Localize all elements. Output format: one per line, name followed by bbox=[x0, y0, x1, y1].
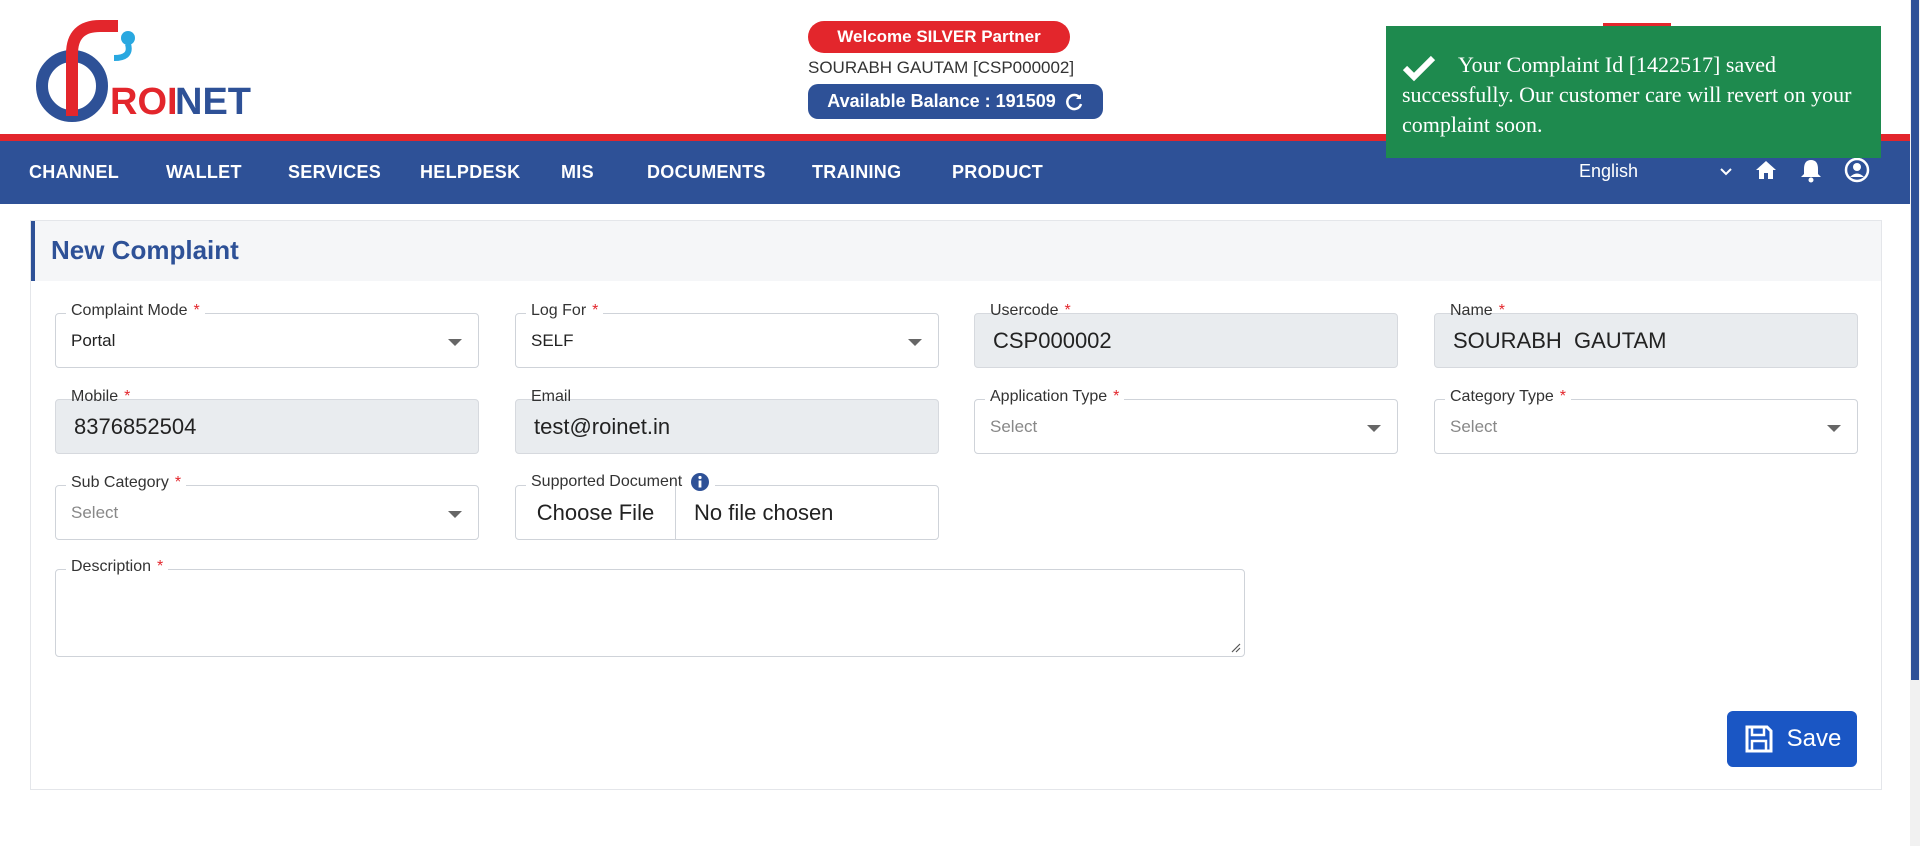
caret-down-icon bbox=[1827, 425, 1841, 432]
bell-icon[interactable] bbox=[1797, 156, 1825, 184]
page-title: New Complaint bbox=[51, 235, 239, 265]
nav-wallet[interactable]: WALLET bbox=[166, 162, 242, 183]
mobile-label-text: Mobile bbox=[71, 388, 119, 405]
log-for-value: SELF bbox=[531, 331, 574, 350]
name-value: SOURABH GAUTAM bbox=[1453, 328, 1667, 353]
category-type-label-text: Category Type bbox=[1450, 388, 1554, 405]
scrollbar-thumb[interactable] bbox=[1911, 0, 1919, 680]
language-select[interactable]: English bbox=[1579, 161, 1638, 182]
nav-mis[interactable]: MIS bbox=[561, 162, 594, 183]
resize-handle-icon[interactable] bbox=[1229, 641, 1241, 653]
log-for-label: Log For * bbox=[526, 302, 604, 320]
email-value: test@roinet.in bbox=[534, 414, 671, 439]
complaint-mode-select[interactable]: Complaint Mode * Portal bbox=[55, 302, 479, 368]
name-label-text: Name bbox=[1450, 302, 1493, 319]
refresh-icon[interactable] bbox=[1064, 92, 1084, 112]
sub-category-label-text: Sub Category bbox=[71, 474, 169, 491]
category-type-select[interactable]: Category Type * Select bbox=[1434, 388, 1858, 454]
required-mark: * bbox=[1113, 388, 1120, 405]
usercode-label: Usercode * bbox=[985, 302, 1076, 320]
required-mark: * bbox=[1498, 302, 1505, 319]
svg-text:NET: NET bbox=[175, 81, 251, 122]
mobile-value: 8376852504 bbox=[74, 414, 197, 439]
name-label: Name * bbox=[1445, 302, 1510, 320]
required-mark: * bbox=[193, 302, 200, 319]
balance-badge: Available Balance : 191509 bbox=[808, 84, 1103, 119]
success-toast[interactable]: Your Complaint Id [1422517] saved succes… bbox=[1386, 26, 1881, 158]
description-label: Description * bbox=[66, 558, 169, 576]
caret-down-icon bbox=[448, 511, 462, 518]
nav-product[interactable]: PRODUCT bbox=[952, 162, 1043, 183]
new-complaint-card: New Complaint Complaint Mode * Portal Log… bbox=[30, 220, 1882, 790]
caret-down-icon bbox=[908, 339, 922, 346]
user-identity: SOURABH GAUTAM [CSP000002] bbox=[808, 58, 1075, 77]
log-for-select[interactable]: Log For * SELF bbox=[515, 302, 939, 368]
email-label: Email bbox=[531, 388, 572, 405]
nav-documents[interactable]: DOCUMENTS bbox=[647, 162, 766, 183]
balance-label: Available Balance : 191509 bbox=[827, 91, 1056, 111]
required-mark: * bbox=[124, 388, 131, 405]
sub-category-placeholder: Select bbox=[71, 503, 119, 522]
home-icon[interactable] bbox=[1752, 156, 1780, 184]
sub-category-label: Sub Category * bbox=[66, 474, 187, 492]
save-label: Save bbox=[1786, 725, 1842, 752]
nav-training[interactable]: TRAINING bbox=[812, 162, 901, 183]
application-type-label: Application Type * bbox=[985, 388, 1125, 406]
name-field[interactable]: Name * SOURABH GAUTAM bbox=[1434, 302, 1858, 368]
complaint-mode-value: Portal bbox=[71, 331, 116, 350]
required-mark: * bbox=[157, 558, 164, 575]
caret-down-icon bbox=[1367, 425, 1381, 432]
category-type-label: Category Type * bbox=[1445, 388, 1571, 406]
mobile-field[interactable]: Mobile * 8376852504 bbox=[55, 388, 479, 454]
category-type-placeholder: Select bbox=[1450, 417, 1498, 436]
user-circle-icon[interactable] bbox=[1843, 156, 1871, 184]
nav-helpdesk[interactable]: HELPDESK bbox=[420, 162, 520, 183]
sub-category-select[interactable]: Sub Category * Select bbox=[55, 474, 479, 540]
card-header: New Complaint bbox=[31, 221, 1881, 281]
usercode-label-text: Usercode bbox=[990, 302, 1059, 319]
supported-document-input[interactable]: Supported Document Choose File No file c… bbox=[515, 472, 939, 540]
svg-text:ROI: ROI bbox=[110, 81, 178, 122]
application-type-placeholder: Select bbox=[990, 417, 1038, 436]
nav-services[interactable]: SERVICES bbox=[288, 162, 381, 183]
email-field[interactable]: Email test@roinet.in bbox=[515, 388, 939, 454]
application-type-select[interactable]: Application Type * Select bbox=[974, 388, 1398, 454]
toast-message: Your Complaint Id [1422517] saved succes… bbox=[1402, 52, 1852, 137]
caret-down-icon bbox=[448, 339, 462, 346]
description-textarea[interactable]: Description * bbox=[55, 558, 1245, 657]
complaint-mode-label: Complaint Mode * bbox=[66, 302, 205, 320]
usercode-field[interactable]: Usercode * CSP000002 bbox=[974, 302, 1398, 368]
file-status: No file chosen bbox=[694, 500, 834, 525]
roinet-logo[interactable]: ROI NET bbox=[28, 14, 258, 122]
mobile-label: Mobile * bbox=[66, 388, 135, 406]
complaint-mode-label-text: Complaint Mode bbox=[71, 302, 188, 319]
log-for-label-text: Log For bbox=[531, 302, 587, 319]
usercode-value: CSP000002 bbox=[993, 328, 1112, 353]
save-button[interactable]: Save bbox=[1727, 711, 1857, 767]
floppy-disk-icon bbox=[1745, 725, 1773, 753]
application-type-label-text: Application Type bbox=[990, 388, 1108, 405]
welcome-badge: Welcome SILVER Partner bbox=[808, 21, 1070, 53]
nav-channel[interactable]: CHANNEL bbox=[29, 162, 119, 183]
required-mark: * bbox=[1559, 388, 1566, 405]
description-label-text: Description bbox=[71, 558, 152, 575]
check-icon bbox=[1402, 55, 1436, 82]
required-mark: * bbox=[1064, 302, 1071, 319]
chevron-down-icon[interactable] bbox=[1716, 161, 1736, 181]
required-mark: * bbox=[592, 302, 599, 319]
choose-file-button[interactable]: Choose File bbox=[516, 486, 676, 539]
required-mark: * bbox=[174, 474, 182, 491]
info-icon[interactable] bbox=[690, 472, 710, 492]
